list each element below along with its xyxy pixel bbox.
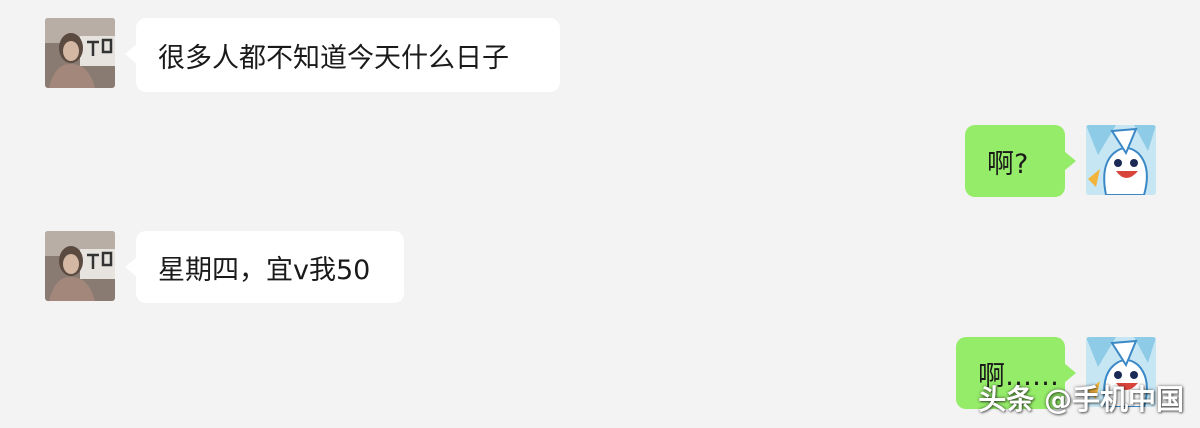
photo-avatar[interactable] — [45, 231, 115, 301]
message-text: 星期四，宜v我50 — [158, 254, 371, 286]
cartoon-avatar[interactable] — [1086, 125, 1156, 195]
message-bubble[interactable]: 星期四，宜v我50 — [136, 231, 404, 303]
message-text: 很多人都不知道今天什么日子 — [158, 42, 509, 74]
chat-view: 很多人都不知道今天什么日子 啊? 星期四，宜v我50 啊…… 头条 @手机中国 — [0, 0, 1200, 428]
message-bubble[interactable]: 很多人都不知道今天什么日子 — [136, 18, 560, 92]
message-text: 啊? — [987, 148, 1029, 180]
photo-avatar[interactable] — [45, 18, 115, 88]
watermark-text: 头条 @手机中国 — [978, 383, 1184, 416]
message-bubble[interactable]: 啊? — [965, 125, 1065, 197]
